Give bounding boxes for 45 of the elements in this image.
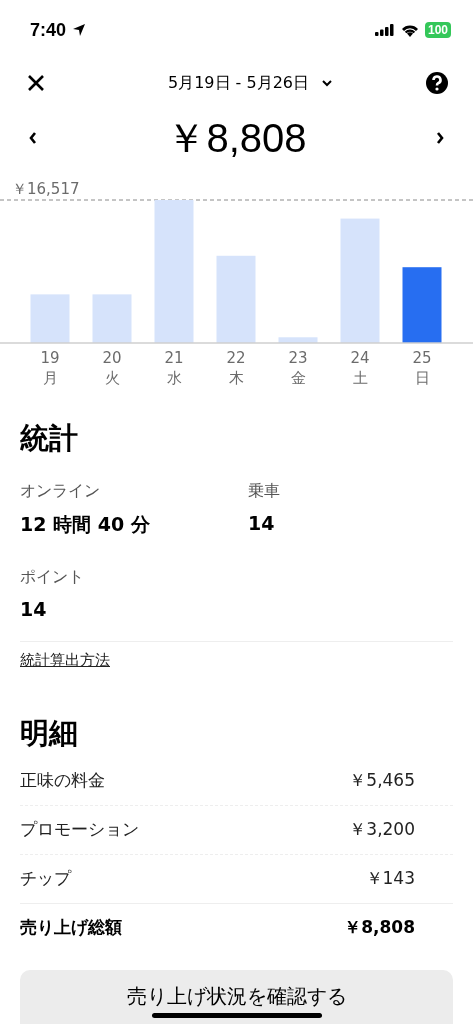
total-amount: ￥8,808	[166, 114, 307, 162]
stat-value: 14	[248, 511, 276, 534]
axis-label: 19 月	[40, 349, 60, 387]
next-button[interactable]	[435, 131, 445, 145]
location-arrow-icon	[72, 23, 87, 37]
breakdown-label: プロモーション	[20, 818, 139, 842]
stat-label: オンライン	[20, 480, 101, 502]
status-time: 7:40	[30, 19, 67, 41]
signal-icon	[374, 24, 395, 36]
bar[interactable]	[154, 200, 194, 343]
breakdown-amount: ￥3,200	[349, 818, 415, 842]
stats-method-link[interactable]: 統計算出方法	[20, 650, 110, 670]
bar[interactable]	[92, 294, 132, 343]
axis-label: 24 土	[350, 349, 370, 387]
bar[interactable]	[402, 267, 442, 343]
help-icon[interactable]	[425, 71, 449, 95]
bar[interactable]	[30, 294, 70, 343]
chevron-down-icon	[321, 79, 333, 87]
axis-label: 20 火	[102, 349, 122, 387]
breakdown-amount: ￥5,465	[349, 769, 415, 793]
axis-label: 23 金	[288, 349, 308, 387]
wifi-icon	[400, 23, 419, 37]
bar[interactable]	[340, 218, 380, 343]
close-button[interactable]	[26, 73, 46, 93]
bar[interactable]	[278, 337, 318, 343]
section-title: 統計	[20, 421, 79, 456]
previous-button[interactable]	[28, 131, 38, 145]
date-range-dropdown[interactable]: 5月19日 - 5月26日	[168, 72, 333, 94]
max-annotation: ￥16,517	[12, 180, 80, 198]
breakdown-amount: ￥143	[365, 867, 415, 891]
breakdown-amount: ￥8,808	[344, 916, 415, 940]
breakdown-label: 売り上げ総額	[20, 916, 122, 940]
axis-label: 25 日	[412, 349, 432, 387]
section-title: 明細	[20, 715, 79, 751]
battery-indicator: 100	[424, 22, 451, 38]
breakdown-label: チップ	[20, 867, 71, 891]
axis-label: 22 木	[226, 349, 246, 387]
breakdown-label: 正味の料金	[20, 769, 105, 793]
stat-label: ポイント	[20, 566, 85, 588]
bar[interactable]	[216, 255, 256, 343]
axis-label: 21 水	[164, 349, 184, 387]
stat-value: 12 時間 40 分	[20, 511, 151, 537]
stat-label: 乗車	[248, 480, 281, 502]
stat-value: 14	[20, 597, 48, 620]
view-earnings-button[interactable]: 売り上げ状況を確認する	[20, 969, 453, 1024]
